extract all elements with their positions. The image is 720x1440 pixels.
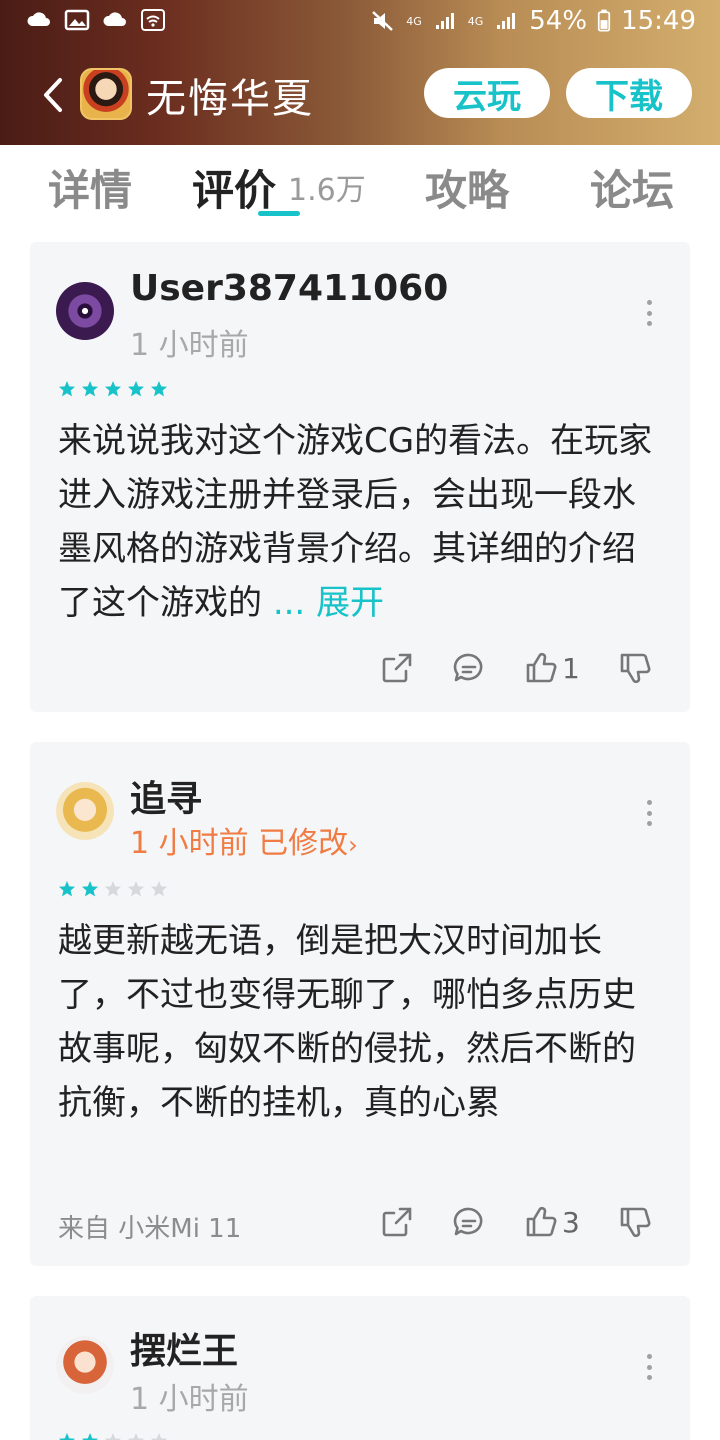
clock: 15:49 xyxy=(621,6,696,36)
star-filled-icon xyxy=(59,1433,75,1440)
review-actions: 1 xyxy=(380,650,652,686)
toolbar: 无悔华夏 云玩 下载 xyxy=(0,46,720,145)
avatar[interactable] xyxy=(56,1336,114,1394)
dislike-button[interactable] xyxy=(618,650,652,686)
star-filled-icon xyxy=(82,381,98,397)
active-tab-indicator xyxy=(258,211,300,216)
star-empty-icon xyxy=(105,881,121,897)
more-options-icon[interactable] xyxy=(644,800,654,826)
comment-icon xyxy=(453,653,483,682)
share-icon xyxy=(382,1207,412,1237)
star-filled-icon xyxy=(59,381,75,397)
dislike-button[interactable] xyxy=(618,1204,652,1240)
star-filled-icon xyxy=(128,381,144,397)
tab-forum[interactable]: 论坛 xyxy=(590,157,674,218)
like-count: 1 xyxy=(562,651,580,685)
cloud-play-button[interactable]: 云玩 xyxy=(424,68,550,118)
review-text: 来说说我对这个游戏CG的看法。在玩家进入游戏注册并登录后，会出现一段水墨风格的游… xyxy=(58,414,658,630)
thumbs-down-icon xyxy=(620,653,651,684)
tab-bar: 详情 评价 1.6万 攻略 论坛 xyxy=(0,145,720,223)
review-card[interactable]: User387411060 1 小时前 来说说我对这个游戏CG的看法。在玩家进入… xyxy=(30,242,690,712)
thumbs-up-icon xyxy=(526,1206,557,1237)
tab-reviews-count: 1.6万 xyxy=(288,173,366,208)
status-bar: 4G 4G 54% 15:49 xyxy=(0,0,720,46)
signal-4g-label: 4G xyxy=(406,14,422,28)
star-filled-icon xyxy=(82,881,98,897)
star-filled-icon xyxy=(105,381,121,397)
edited-link[interactable]: 已修改 xyxy=(258,826,348,861)
review-time: 1 小时前 xyxy=(130,1382,249,1417)
review-username[interactable]: 追寻 xyxy=(130,770,202,822)
share-button[interactable] xyxy=(380,1204,414,1240)
avatar[interactable] xyxy=(56,282,114,340)
weather-cloud-icon xyxy=(27,12,50,26)
star-empty-icon xyxy=(105,1433,121,1440)
battery-percent: 54% xyxy=(529,6,588,36)
more-options-icon[interactable] xyxy=(644,300,654,326)
signal-icon xyxy=(497,13,516,29)
weather-cloud-icon xyxy=(103,12,126,26)
comment-icon xyxy=(453,1207,483,1236)
like-button[interactable]: 3 xyxy=(524,1204,580,1240)
star-empty-icon xyxy=(128,1433,144,1440)
battery-icon xyxy=(597,9,611,32)
thumbs-up-icon xyxy=(526,652,557,683)
tab-guides[interactable]: 攻略 xyxy=(425,157,509,218)
star-empty-icon xyxy=(128,881,144,897)
like-button[interactable]: 1 xyxy=(524,650,580,686)
review-text: 越更新越无语，倒是把大汉时间加长了，不过也变得无聊了，哪怕多点历史故事呢，匈奴不… xyxy=(58,921,636,1123)
signal-icon xyxy=(435,13,454,29)
comment-button[interactable] xyxy=(452,650,486,686)
review-card[interactable]: 追寻 1 小时前 已修改› 越更新越无语，倒是把大汉时间加长了，不过也变得无聊了… xyxy=(30,742,690,1266)
review-username[interactable]: User387411060 xyxy=(130,268,448,309)
review-card[interactable]: 摆烂王 1 小时前 xyxy=(30,1296,690,1440)
back-arrow-icon[interactable] xyxy=(34,70,74,120)
review-time: 1 小时前 xyxy=(130,328,249,363)
mute-icon xyxy=(372,11,394,31)
app-title: 无悔华夏 xyxy=(146,76,314,122)
more-options-icon[interactable] xyxy=(644,1354,654,1380)
app-header: 4G 4G 54% 15:49 无悔华夏 云玩 下载 xyxy=(0,0,720,145)
device-label: 来自 小米Mi 11 xyxy=(58,1214,242,1244)
review-time: 1 小时前 已修改› xyxy=(130,818,358,862)
thumbs-down-icon xyxy=(620,1207,651,1238)
rating-stars xyxy=(58,380,168,398)
star-filled-icon xyxy=(82,1433,98,1440)
rating-stars xyxy=(58,1432,168,1440)
review-username[interactable]: 摆烂王 xyxy=(130,1322,238,1374)
chevron-right-icon: › xyxy=(348,831,358,859)
download-button[interactable]: 下载 xyxy=(566,68,692,118)
tab-details[interactable]: 详情 xyxy=(48,157,132,218)
review-time-text: 1 小时前 xyxy=(130,826,249,861)
star-filled-icon xyxy=(151,381,167,397)
signal-4g-label: 4G xyxy=(467,14,484,28)
star-filled-icon xyxy=(59,881,75,897)
review-actions: 3 xyxy=(380,1204,652,1240)
share-button[interactable] xyxy=(380,650,414,686)
expand-label: 展开 xyxy=(316,583,385,623)
comment-button[interactable] xyxy=(452,1204,486,1240)
avatar[interactable] xyxy=(56,782,114,840)
tab-reviews[interactable]: 评价 xyxy=(192,157,276,218)
gallery-icon xyxy=(64,9,90,31)
expand-ellipsis: ... xyxy=(272,583,306,623)
star-empty-icon xyxy=(151,881,167,897)
wifi-icon xyxy=(141,9,165,31)
star-empty-icon xyxy=(151,1433,167,1440)
share-icon xyxy=(382,653,412,683)
app-icon xyxy=(80,68,132,120)
like-count: 3 xyxy=(562,1205,580,1239)
expand-link[interactable]: ... 展开 xyxy=(273,583,384,623)
rating-stars xyxy=(58,880,168,898)
